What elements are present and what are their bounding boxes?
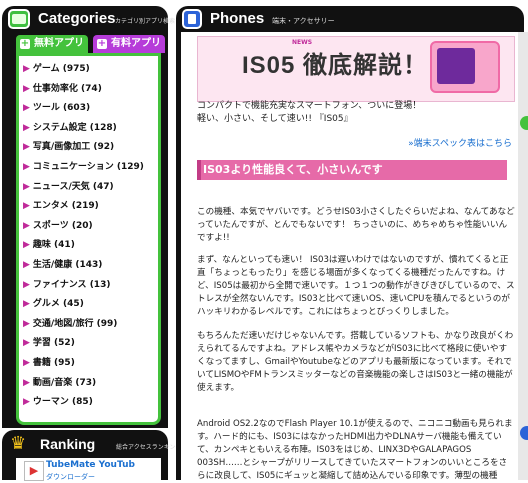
blue-circle-icon (520, 426, 528, 440)
category-label: 写真/画像加工 (92) (32, 142, 115, 153)
plus-icon: + (97, 38, 107, 49)
phones-subtitle: 端末・アクセサリー (272, 17, 335, 25)
spec-table-link[interactable]: »端末スペック表はこちら (408, 136, 512, 149)
categories-header: Categories カテゴリ別アプリ検索 (2, 6, 175, 32)
article-paragraph: もちろんただ速いだけじゃないんです。搭載しているソフトも、かなり改良がくわえられ… (197, 331, 514, 393)
category-label: 書籍 (95) (32, 357, 75, 368)
categories-panel: + 無料アプリ + 有料アプリ ▶ ゲーム (975) ▶ 仕事効率化 (74) ▶… (2, 32, 168, 428)
article-paragraph: まず、なんといっても速い！ IS03は遅いわけではないのですが、慣れてくると正直… (197, 255, 515, 317)
triangle-right-icon: ▶ (23, 161, 30, 172)
category-label: コミュニケーション (129) (32, 161, 144, 172)
category-item[interactable]: ▶ エンタメ (219) (23, 197, 158, 217)
tab-free-apps[interactable]: + 無料アプリ (16, 35, 88, 53)
category-label: 動画/音楽 (73) (32, 377, 97, 388)
category-item[interactable]: ▶ ニュース/天気 (47) (23, 178, 158, 198)
ranking-panel: ▶ TubeMate YouTub ダウンローダー (2, 458, 168, 481)
article-content: NEWS IS05 徹底解説！ コンパクトで機能充実なスマートフォン、ついに登場… (176, 32, 518, 481)
category-item[interactable]: ▶ 写真/画像加工 (92) (23, 138, 158, 158)
tab-paid-label: 有料アプリ (111, 38, 161, 49)
triangle-right-icon: ▶ (23, 103, 30, 114)
article-paragraph: この機種、本気でヤバいです。どうせIS03小さくしたぐらいだよね、なんてあなどっ… (197, 207, 515, 243)
category-item[interactable]: ▶ ファイナンス (13) (23, 276, 158, 296)
ranking-title: Ranking (40, 436, 96, 452)
triangle-right-icon: ▶ (23, 83, 30, 94)
article-intro: コンパクトで機能充実なスマートフォン、ついに登場！ 軽い、小さい、そして速い!!… (197, 100, 515, 126)
category-item[interactable]: ▶ 交通/地図/旅行 (99) (23, 315, 158, 335)
category-item[interactable]: ▶ 学習 (52) (23, 334, 158, 354)
category-label: 仕事効率化 (74) (32, 83, 102, 94)
category-item[interactable]: ▶ 動画/音楽 (73) (23, 374, 158, 394)
plus-icon: + (20, 38, 30, 49)
ranking-subtitle: 総合アクセスランキング (116, 444, 182, 451)
category-list: ▶ ゲーム (975) ▶ 仕事効率化 (74) ▶ ツール (603) ▶ システム設… (16, 53, 161, 425)
triangle-right-icon: ▶ (23, 240, 30, 251)
article-banner: NEWS IS05 徹底解説！ (197, 36, 515, 102)
crown-icon: ♛ (10, 433, 27, 454)
triangle-right-icon: ▶ (23, 220, 30, 231)
category-item[interactable]: ▶ グルメ (45) (23, 295, 158, 315)
phone-icon (182, 9, 202, 29)
triangle-right-icon: ▶ (23, 397, 30, 408)
category-item[interactable]: ▶ 趣味 (41) (23, 236, 158, 256)
category-label: 交通/地図/旅行 (99) (32, 318, 118, 329)
category-item[interactable]: ▶ 書籍 (95) (23, 354, 158, 374)
triangle-right-icon: ▶ (23, 377, 30, 388)
category-label: ファイナンス (13) (32, 279, 111, 290)
triangle-right-icon: ▶ (23, 357, 30, 368)
phones-title: Phones (210, 10, 265, 27)
triangle-right-icon: ▶ (23, 259, 30, 270)
category-label: 趣味 (41) (32, 240, 75, 251)
category-item[interactable]: ▶ コミュニケーション (129) (23, 158, 158, 178)
category-label: グルメ (45) (32, 299, 84, 310)
triangle-right-icon: ▶ (23, 142, 30, 153)
category-label: 生活/健康 (143) (32, 259, 103, 270)
ranking-item[interactable]: ▶ TubeMate YouTub ダウンローダー (16, 458, 161, 481)
category-item[interactable]: ▶ 生活/健康 (143) (23, 256, 158, 276)
category-item[interactable]: ▶ ウーマン (85) (23, 393, 158, 413)
article-paragraph: Android OS2.2なのでFlash Player 10.1が使えるので、… (197, 419, 513, 481)
ranking-item-subtitle: ダウンローダー (46, 473, 95, 481)
app-icon: ▶ (24, 461, 44, 481)
triangle-right-icon: ▶ (23, 338, 30, 349)
intro-line-2: 軽い、小さい、そして速い!! 『IS05』 (197, 114, 353, 124)
tab-paid-apps[interactable]: + 有料アプリ (93, 35, 165, 53)
category-item[interactable]: ▶ 仕事効率化 (74) (23, 80, 158, 100)
folder-icon (8, 9, 30, 29)
category-label: ゲーム (975) (32, 64, 90, 74)
right-sidebar-edge (518, 32, 528, 480)
categories-subtitle: カテゴリ別アプリ検索 (115, 18, 176, 25)
tab-free-label: 無料アプリ (34, 38, 84, 49)
phone-image (430, 41, 500, 93)
green-circle-icon (520, 116, 528, 130)
ranking-header: ♛ Ranking 総合アクセスランキング (2, 430, 182, 458)
ranking-item-title[interactable]: TubeMate YouTub (46, 460, 135, 470)
triangle-right-icon: ▶ (23, 299, 30, 310)
triangle-right-icon: ▶ (23, 201, 30, 212)
phones-header: Phones 端末・アクセサリー (176, 6, 524, 32)
categories-title: Categories (38, 10, 116, 27)
triangle-right-icon: ▶ (23, 122, 30, 133)
intro-line-1: コンパクトで機能充実なスマートフォン、ついに登場！ (197, 101, 422, 111)
category-label: スポーツ (20) (32, 220, 93, 231)
category-label: エンタメ (219) (32, 201, 99, 212)
category-item[interactable]: ▶ システム設定 (128) (23, 119, 158, 139)
triangle-right-icon: ▶ (23, 181, 30, 192)
section-heading: IS03より性能良くて、小さいんです (197, 160, 507, 180)
category-item[interactable]: ▶ ツール (603) (23, 99, 158, 119)
category-item[interactable]: ▶ ゲーム (975) (23, 60, 158, 80)
triangle-right-icon: ▶ (23, 64, 30, 74)
triangle-right-icon: ▶ (23, 279, 30, 290)
category-label: 学習 (52) (32, 338, 75, 349)
category-label: ニュース/天気 (47) (32, 181, 114, 192)
category-label: ウーマン (85) (32, 397, 93, 408)
category-item[interactable]: ▶ スポーツ (20) (23, 217, 158, 237)
category-label: システム設定 (128) (32, 122, 117, 133)
triangle-right-icon: ▶ (23, 318, 30, 329)
category-label: ツール (603) (32, 103, 91, 114)
banner-title: IS05 徹底解説！ (242, 52, 429, 79)
